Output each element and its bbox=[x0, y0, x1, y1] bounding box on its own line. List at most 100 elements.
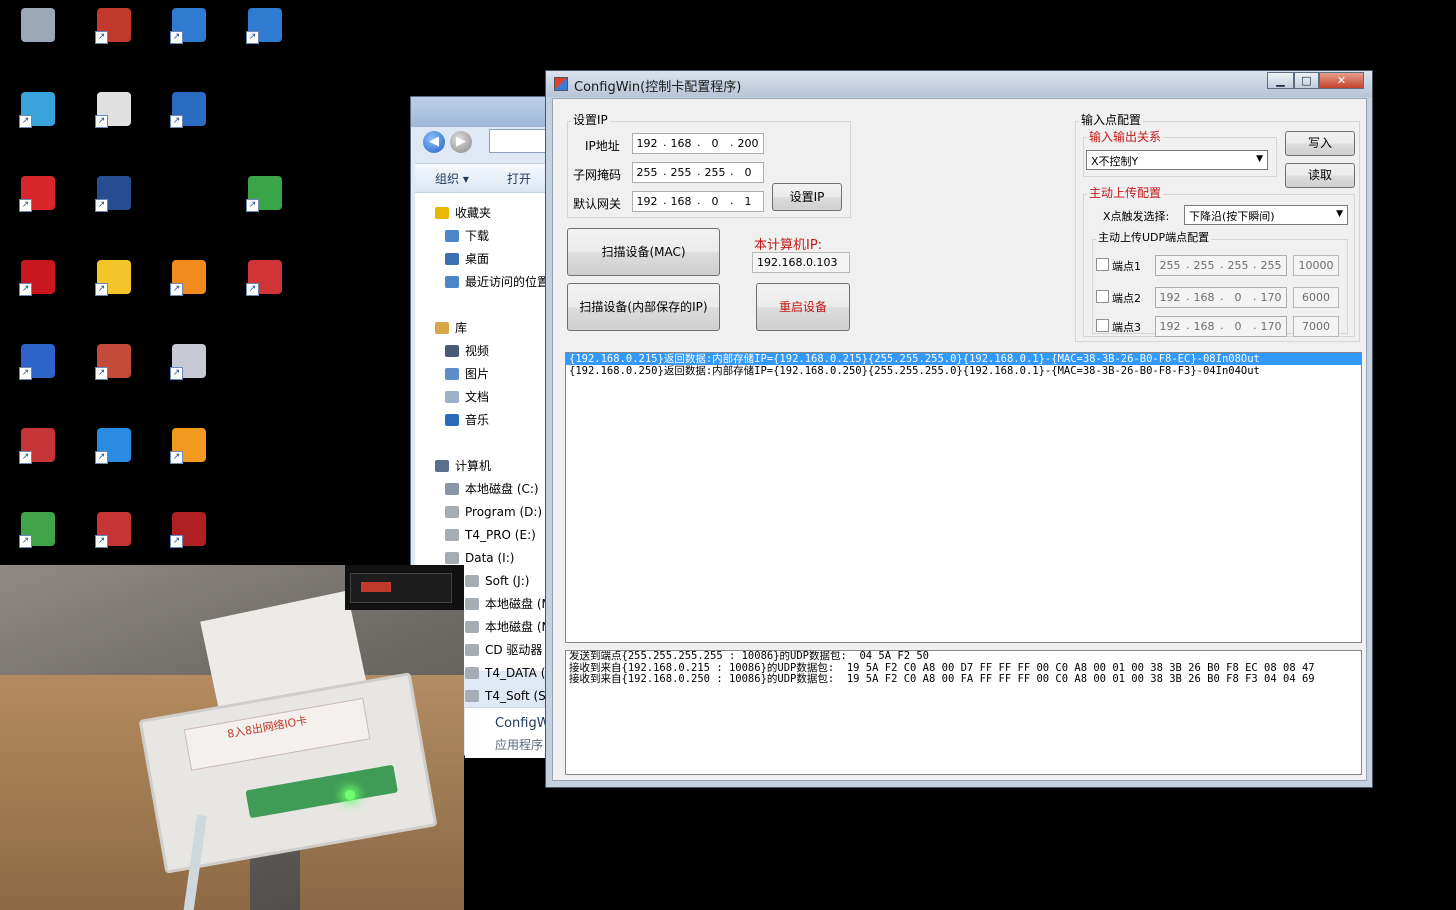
desktop-icon-feitian[interactable]: ↗ 飞天诚信 bbox=[151, 512, 227, 564]
endpoint-3-label: 端点3 bbox=[1112, 321, 1141, 334]
folder-icon bbox=[445, 414, 459, 426]
desktop-icon-adobe-reader[interactable]: ↗ Adobe Reader 9 bbox=[0, 260, 76, 328]
endpoint-1-checkbox[interactable] bbox=[1096, 258, 1109, 271]
desktop-icon-label: Adobe Reader 9 bbox=[0, 298, 54, 328]
desktop-icon-ultraiso[interactable]: ↗ UltraISO bbox=[151, 344, 227, 396]
nav-item[interactable]: 计算机 bbox=[435, 456, 491, 476]
io-relation-select[interactable]: X不控制Y ▼ bbox=[1086, 150, 1268, 170]
subnet-mask-input[interactable]: 255. 255. 255. 0 bbox=[632, 162, 764, 183]
gateway-input[interactable]: 192. 168. 0. 1 bbox=[632, 191, 764, 212]
endpoint-3-checkbox[interactable] bbox=[1096, 319, 1109, 332]
log-line: 接收到来自{192.168.0.250 : 10086}的UDP数据包: 19 … bbox=[569, 673, 1315, 685]
organize-menu[interactable]: 组织 ▾ bbox=[435, 170, 469, 187]
endpoint-2-port-input[interactable]: 6000 bbox=[1293, 287, 1339, 308]
nav-item[interactable]: 下载 bbox=[445, 226, 489, 246]
desktop-icon-sl-isp[interactable]: ↗ SL ISP 1.9 bbox=[76, 512, 152, 564]
folder-icon bbox=[435, 460, 449, 472]
desktop-icon-label: Utility Manager bbox=[0, 382, 53, 412]
nav-item-label: Soft (J:) bbox=[485, 574, 530, 588]
desktop-icon-label: MPLAB IDE v8.92 bbox=[76, 46, 142, 76]
cainiao-print-icon: ↗ bbox=[246, 8, 282, 44]
write-button[interactable]: 写入 bbox=[1285, 131, 1355, 156]
stm32-trust-icon: ↗ bbox=[170, 92, 206, 128]
nav-item[interactable]: 收藏夹 bbox=[435, 203, 491, 223]
nav-item[interactable]: 本地磁盘 (C:) bbox=[445, 479, 539, 499]
nav-item[interactable]: 桌面 bbox=[445, 249, 489, 269]
desktop-icon-label: 飞天诚信 bbox=[151, 550, 200, 564]
shortcut-arrow-icon: ↗ bbox=[19, 367, 32, 380]
nav-item[interactable]: 最近访问的位置 bbox=[445, 272, 549, 292]
endpoint-3-port-input[interactable]: 7000 bbox=[1293, 316, 1339, 337]
folder-icon bbox=[445, 483, 459, 495]
nav-item[interactable]: T4_Soft (S:) bbox=[465, 686, 554, 706]
close-button[interactable]: ✕ bbox=[1319, 72, 1364, 89]
qq-player-icon: ↗ bbox=[95, 428, 131, 464]
desktop-icon-label: Adobe Creati... bbox=[0, 214, 48, 244]
maximize-button[interactable]: □ bbox=[1294, 72, 1319, 89]
endpoint-3-ip-input[interactable]: 192. 168. 0. 170 bbox=[1155, 316, 1287, 337]
minimize-button[interactable]: ▁ bbox=[1267, 72, 1294, 89]
x-trigger-select[interactable]: 下降沿(按下瞬间) ▼ bbox=[1184, 205, 1348, 225]
nav-item[interactable]: T4_PRO (E:) bbox=[445, 525, 536, 545]
nav-item[interactable]: Soft (J:) bbox=[465, 571, 529, 591]
nav-item-label: 图片 bbox=[465, 367, 490, 381]
shortcut-arrow-icon: ↗ bbox=[19, 283, 32, 296]
nav-item[interactable]: 库 bbox=[435, 318, 467, 338]
back-arrow-icon[interactable]: ◀ bbox=[423, 131, 445, 153]
desktop-icon-stm32-trust[interactable]: ↗ STM32Tru... bbox=[151, 92, 227, 144]
scan-saved-ip-button[interactable]: 扫描设备(内部保存的IP) bbox=[567, 283, 720, 331]
mask-label: 子网掩码 bbox=[573, 168, 622, 182]
ip-address-input[interactable]: 192. 168. 0. 200 bbox=[632, 133, 764, 154]
desktop-icon-codesys[interactable]: ↗ CODESYS V3.5 SP16 bbox=[0, 428, 76, 496]
desktop-icon-obs-studio[interactable]: ↗ OBS Studio bbox=[76, 92, 152, 144]
desktop-icon-recycle-bin[interactable]: 回收站 bbox=[0, 8, 76, 60]
desktop-icon-bandicam[interactable]: ↗ Bandicam bbox=[227, 260, 303, 312]
reboot-device-button[interactable]: 重启设备 bbox=[756, 283, 850, 331]
device-list-item[interactable]: {192.168.0.250}返回数据:内部存储IP={192.168.0.25… bbox=[566, 365, 1361, 377]
desktop-icon-label: UC浏览器 bbox=[151, 298, 205, 312]
configwin-titlebar[interactable]: ConfigWin(控制卡配置程序) ▁ □ ✕ bbox=[546, 71, 1372, 97]
endpoint-2-checkbox[interactable] bbox=[1096, 290, 1109, 303]
nav-item[interactable]: Program (D:) bbox=[445, 502, 542, 522]
folder-icon bbox=[445, 230, 459, 242]
desktop-icon-cainiao-print[interactable]: ↗ 菜鸟打印组件 bbox=[227, 8, 303, 60]
desktop-icon-touchwin[interactable]: ↗ TouchWin 编辑工具 bbox=[227, 176, 303, 244]
endpoint-1-port-input[interactable]: 10000 bbox=[1293, 255, 1339, 276]
desktop-icon-utility-manager[interactable]: ↗ Utility Manager bbox=[0, 344, 76, 412]
nav-item[interactable]: 视频 bbox=[445, 341, 489, 361]
desktop-icon-protel-99se[interactable]: ↗ Protel 99 SE bbox=[76, 344, 152, 396]
open-button[interactable]: 打开 bbox=[507, 170, 531, 187]
nav-item[interactable]: 音乐 bbox=[445, 410, 489, 430]
shortcut-arrow-icon: ↗ bbox=[95, 451, 108, 464]
udp-log[interactable]: 发送到端点{255.255.255.255 : 10086}的UDP数据包: 0… bbox=[565, 650, 1362, 775]
desktop-icon-fapiao-helper[interactable]: ↗ 51发票助手 bbox=[0, 92, 76, 144]
endpoint-1-ip-input[interactable]: 255. 255. 255. 255 bbox=[1155, 255, 1287, 276]
desktop-icon-stm32cube[interactable]: ↗ STM32Cu... bbox=[151, 8, 227, 60]
desktop-icon-uc-browser[interactable]: ↗ UC浏览器 bbox=[151, 260, 227, 312]
chevron-down-icon: ▼ bbox=[1256, 154, 1263, 164]
desktop-icon-vmware[interactable]: ↗ VMware Workstati... bbox=[151, 428, 227, 496]
device-list[interactable]: {192.168.0.215}返回数据:内部存储IP={192.168.0.21… bbox=[565, 352, 1362, 643]
device-list-item[interactable]: {192.168.0.215}返回数据:内部存储IP={192.168.0.21… bbox=[566, 353, 1361, 365]
desktop-icon-potplayer[interactable]: ↗ PotPlayer 64 bit bbox=[76, 260, 152, 328]
endpoint-2-ip-input[interactable]: 192. 168. 0. 170 bbox=[1155, 287, 1287, 308]
desktop-icon-adobe-creative[interactable]: ↗ Adobe Creati... bbox=[0, 176, 76, 244]
forward-arrow-icon[interactable]: ▶ bbox=[450, 131, 472, 153]
nav-item-label: 库 bbox=[455, 321, 468, 335]
set-ip-button[interactable]: 设置IP bbox=[772, 183, 842, 211]
read-button[interactable]: 读取 bbox=[1285, 163, 1355, 188]
desktop-icon-op20-tool[interactable]: ↗ OP20画面设 置工具 bbox=[76, 176, 152, 244]
desktop-icon-coreldraw[interactable]: ↗ CorelDRAW bbox=[0, 512, 76, 564]
explorer-titlebar[interactable] bbox=[411, 97, 559, 127]
nav-item[interactable]: 文档 bbox=[445, 387, 489, 407]
folder-icon bbox=[465, 621, 479, 633]
configwin-window[interactable]: ConfigWin(控制卡配置程序) ▁ □ ✕ 设置IP IP地址 192. … bbox=[545, 70, 1373, 788]
scan-mac-button[interactable]: 扫描设备(MAC) bbox=[567, 228, 720, 276]
input-config-title: 输入点配置 bbox=[1079, 111, 1144, 128]
local-ip-field: 192.168.0.103 bbox=[752, 252, 850, 273]
nav-item[interactable]: 图片 bbox=[445, 364, 489, 384]
desktop-icon-label: Bandicam bbox=[227, 298, 287, 312]
desktop-icon-qq-player[interactable]: ↗ QQ影音 bbox=[76, 428, 152, 480]
folder-icon bbox=[445, 552, 459, 564]
desktop-icon-mplab-ide[interactable]: ↗ MPLAB IDE v8.92 bbox=[76, 8, 152, 76]
